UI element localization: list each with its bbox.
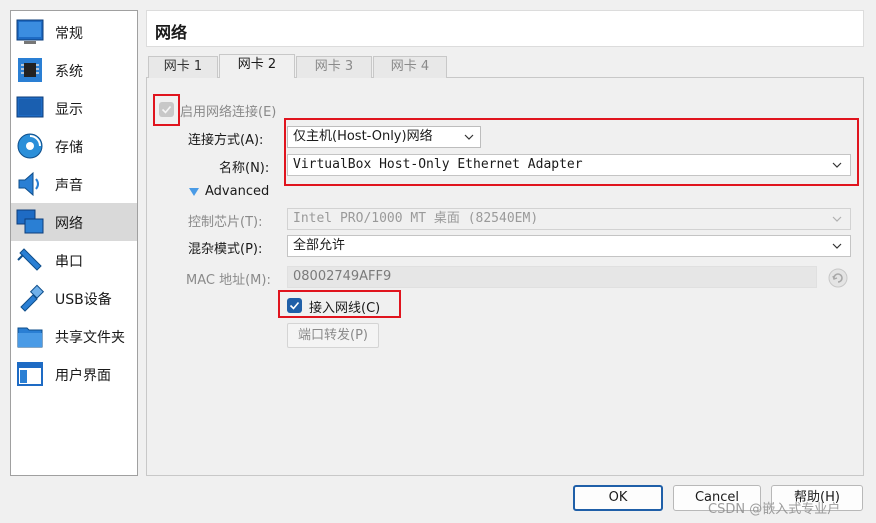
sidebar-item-storage[interactable]: 存储: [11, 127, 137, 165]
tab-adapter-1[interactable]: 网卡 1: [148, 56, 218, 78]
enable-adapter-checkbox[interactable]: [159, 102, 174, 117]
page-header: 网络: [146, 10, 864, 47]
adapter-type-select[interactable]: Intel PRO/1000 MT 桌面 (82540EM): [287, 208, 851, 230]
mac-address-input[interactable]: 08002749AFF9: [287, 266, 817, 288]
attached-to-label: 连接方式(A):: [188, 133, 264, 148]
mac-address-label: MAC 地址(M):: [186, 273, 271, 288]
network-icon: [15, 207, 45, 237]
tab-adapter-4[interactable]: 网卡 4: [373, 56, 447, 78]
promiscuous-mode-value: 全部允许: [293, 238, 346, 253]
attached-to-value: 仅主机(Host-Only)网络: [293, 129, 433, 144]
adapter-name-select[interactable]: VirtualBox Host-Only Ethernet Adapter: [287, 154, 851, 176]
disk-icon: [15, 131, 45, 161]
chevron-down-icon: [832, 162, 842, 168]
sidebar-item-label: 网络: [55, 216, 83, 232]
sidebar-item-display[interactable]: 显示: [11, 89, 137, 127]
serial-port-icon: [15, 245, 45, 275]
adapter-type-label: 控制芯片(T):: [188, 215, 263, 230]
sidebar-item-label: 用户界面: [55, 368, 111, 384]
ok-button[interactable]: OK: [573, 485, 663, 511]
sidebar-item-network[interactable]: 网络: [11, 203, 137, 241]
tab-adapter-2[interactable]: 网卡 2: [219, 54, 295, 78]
sidebar-item-label: 存储: [55, 140, 83, 156]
settings-sidebar: 常规 系统 显示 存储 声音 网络 串口 USB设备 共享文件夹 用户界面: [10, 10, 138, 476]
mac-address-value: 08002749AFF9: [293, 269, 392, 284]
sidebar-item-label: 常规: [55, 26, 83, 42]
tab-adapter-3[interactable]: 网卡 3: [296, 56, 372, 78]
cable-connected-checkbox[interactable]: [287, 298, 302, 313]
sidebar-item-usb[interactable]: USB设备: [11, 279, 137, 317]
sidebar-item-label: 声音: [55, 178, 83, 194]
sidebar-item-label: USB设备: [55, 292, 112, 308]
watermark-text: CSDN @嵌入式专业户: [708, 502, 841, 517]
promiscuous-mode-label: 混杂模式(P):: [188, 242, 263, 257]
adapter-type-value: Intel PRO/1000 MT 桌面 (82540EM): [293, 211, 539, 226]
enable-adapter-label: 启用网络连接(E): [180, 105, 277, 120]
general-icon: [15, 17, 45, 47]
tab-content: 启用网络连接(E) 连接方式(A): 仅主机(Host-Only)网络 名称(N…: [146, 77, 864, 476]
sidebar-item-serial[interactable]: 串口: [11, 241, 137, 279]
sidebar-item-user-interface[interactable]: 用户界面: [11, 355, 137, 393]
promiscuous-mode-select[interactable]: 全部允许: [287, 235, 851, 257]
adapter-name-value: VirtualBox Host-Only Ethernet Adapter: [293, 157, 583, 172]
sidebar-item-label: 系统: [55, 64, 83, 80]
sidebar-item-audio[interactable]: 声音: [11, 165, 137, 203]
chip-icon: [15, 55, 45, 85]
sidebar-item-label: 串口: [55, 254, 83, 270]
sidebar-item-shared-folders[interactable]: 共享文件夹: [11, 317, 137, 355]
sidebar-item-label: 共享文件夹: [55, 330, 125, 346]
network-settings-panel: 网络 启用网络连接(E) 连接方式(A): 仅主机(Host-Only)网络 名…: [146, 10, 864, 476]
folder-icon: [15, 321, 45, 351]
user-interface-icon: [15, 359, 45, 389]
cable-connected-label: 接入网线(C): [309, 301, 381, 316]
chevron-down-icon: [464, 134, 474, 140]
name-label: 名称(N):: [219, 161, 270, 176]
sidebar-item-label: 显示: [55, 102, 83, 118]
chevron-down-icon: [832, 243, 842, 249]
usb-icon: [15, 283, 45, 313]
sidebar-item-general[interactable]: 常规: [11, 13, 137, 51]
page-title: 网络: [155, 23, 188, 42]
chevron-down-icon: [832, 216, 842, 222]
refresh-mac-icon[interactable]: [828, 268, 848, 288]
attached-to-select[interactable]: 仅主机(Host-Only)网络: [287, 126, 481, 148]
monitor-icon: [15, 93, 45, 123]
port-forwarding-button[interactable]: 端口转发(P): [287, 323, 379, 348]
advanced-toggle[interactable]: Advanced: [205, 184, 269, 199]
expand-triangle-icon[interactable]: [188, 187, 200, 197]
sidebar-item-system[interactable]: 系统: [11, 51, 137, 89]
speaker-icon: [15, 169, 45, 199]
